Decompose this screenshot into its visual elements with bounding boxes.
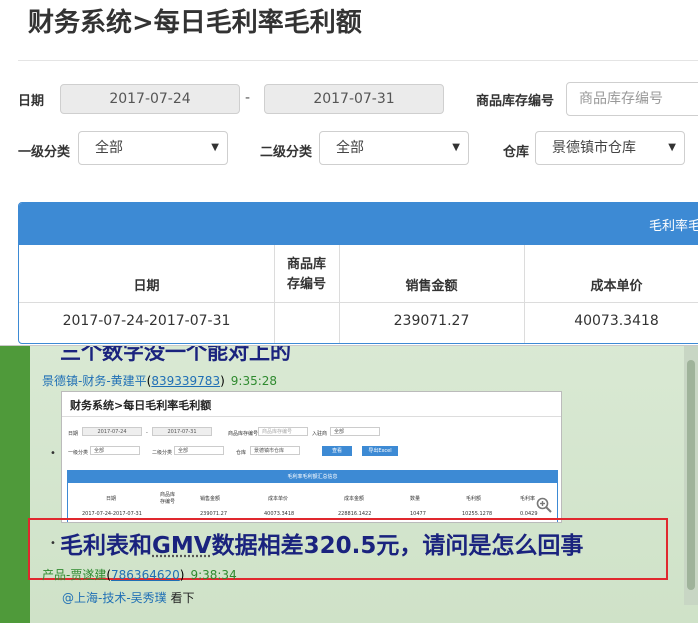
table-header-cost-price: 成本单价 [524, 275, 698, 294]
table-cell-date: 2017-07-24-2017-07-31 [19, 313, 274, 329]
thumb-export-button: 导出Excel [362, 446, 398, 456]
sender-qq[interactable]: 786364620 [111, 568, 180, 582]
thumb-title: 财务系统>每日毛利率毛利额 [70, 397, 211, 413]
chat-image-thumbnail[interactable]: 财务系统>每日毛利率毛利额 日期 2017-07-24 - 2017-07-31… [61, 391, 562, 523]
thumb-divider [62, 416, 561, 417]
msg-gmv: GMV [152, 533, 212, 559]
date-label: 日期 [18, 90, 44, 109]
thumb-td: 0.0429 [520, 511, 538, 517]
warehouse-select[interactable]: 景德镇市仓库 ▼ [535, 131, 685, 165]
sender-name[interactable]: 产品-贾遂建 [42, 568, 106, 582]
chat-scrollbar-thumb[interactable] [687, 360, 695, 590]
thumb-cat1-select: 全部 [90, 446, 140, 455]
thumb-date-end: 2017-07-31 [152, 427, 212, 436]
date-end-input[interactable]: 2017-07-31 [264, 84, 444, 114]
mention-text: 看下 [171, 591, 195, 605]
thumb-td: 40073.3418 [264, 511, 294, 517]
table-header-date: 日期 [19, 275, 274, 294]
thumb-sku-label: 商品库存编号 [228, 430, 258, 437]
thumb-cat2-select: 全部 [174, 446, 224, 455]
table-cell-sales: 239071.27 [339, 313, 524, 329]
msg-part: 毛利表和 [60, 533, 152, 559]
warehouse-value: 景德镇市仓库 [552, 140, 636, 156]
chat-message-highlighted: 毛利表和GMV数据相差320.5元，请问是怎么回事 [60, 526, 583, 560]
thumb-sku-input: 商品库存编号 [258, 427, 308, 436]
thumb-panel-title: 毛利率毛利额汇总信息 [68, 471, 557, 483]
page-title: 财务系统>每日毛利率毛利额 [28, 2, 362, 39]
title-divider [18, 60, 698, 61]
date-separator: - [245, 90, 250, 106]
thumb-td: 2017-07-24-2017-07-31 [82, 511, 142, 517]
mention-user[interactable]: @上海-技术-吴秀璞 [62, 591, 167, 605]
warehouse-label: 仓库 [503, 141, 529, 160]
summary-panel: 毛利率毛 日期 商品库 存编号 销售金额 成本单价 2017-07-24-201… [18, 202, 698, 344]
thumb-td: 10255.1278 [462, 511, 492, 517]
thumb-td: 228816.1422 [338, 511, 371, 517]
caret-down-icon: ▼ [211, 132, 219, 164]
sender-name[interactable]: 景德镇-财务-黄建平 [42, 374, 147, 388]
bullet: • [50, 448, 56, 459]
thumb-date-label: 日期 [68, 430, 78, 437]
caret-down-icon: ▼ [452, 132, 460, 164]
table-header-sku: 商品库 存编号 [274, 255, 339, 295]
cat1-label: 一级分类 [18, 141, 70, 160]
table-row-divider [19, 302, 698, 303]
thumb-td: 239071.27 [200, 511, 227, 517]
chat-scrollbar[interactable] [684, 340, 698, 605]
chat-sender-line: 产品-贾遂建(786364620) 9:38:34 [42, 566, 237, 583]
thumb-td: 10477 [410, 511, 426, 517]
table-header-sales: 销售金额 [339, 275, 524, 294]
finance-window: 财务系统>每日毛利率毛利额 日期 2017-07-24 - 2017-07-31… [0, 0, 698, 346]
thumb-warehouse-select: 景德镇市仓库 [250, 446, 300, 455]
zoom-in-icon[interactable] [536, 497, 552, 513]
date-start-input[interactable]: 2017-07-24 [60, 84, 240, 114]
cat2-label: 二级分类 [260, 141, 312, 160]
thumb-th: 数量 [410, 495, 420, 502]
panel-header: 毛利率毛 [19, 203, 698, 245]
message-time: 9:38:34 [190, 568, 236, 582]
chat-message-mention: @上海-技术-吴秀璞 看下 [62, 589, 195, 606]
thumb-th: 毛利率 [520, 495, 535, 502]
chat-side-bar [0, 330, 30, 623]
thumb-in-select: 全部 [330, 427, 380, 436]
thumb-warehouse-label: 仓库 [236, 449, 246, 456]
cat2-select[interactable]: 全部 ▼ [319, 131, 469, 165]
cat2-value: 全部 [336, 140, 364, 156]
sku-label: 商品库存编号 [476, 90, 554, 109]
thumb-th: 商品库存编号 [160, 491, 178, 505]
table-header-sku-line: 存编号 [274, 275, 339, 295]
thumb-in-label: 入驻商 [312, 430, 327, 437]
thumb-th: 成本金额 [344, 495, 364, 502]
thumb-date-start: 2017-07-24 [82, 427, 142, 436]
thumb-date-sep: - [146, 430, 148, 436]
panel-title: 毛利率毛 [649, 215, 698, 234]
thumb-th: 销售金额 [200, 495, 220, 502]
chat-sender-line: 景德镇-财务-黄建平(839339783) 9:35:28 [42, 372, 277, 389]
bullet: • [50, 538, 56, 549]
sku-input[interactable]: 商品库存编号 [566, 82, 698, 116]
thumb-th: 日期 [106, 495, 116, 502]
thumb-cat2-label: 二级分类 [152, 449, 172, 456]
msg-part: 数据相差320.5元，请问是怎么回事 [212, 533, 584, 559]
thumb-panel: 毛利率毛利额汇总信息 日期 商品库存编号 销售金额 成本单价 成本金额 数量 毛… [67, 470, 558, 523]
cat1-value: 全部 [95, 140, 123, 156]
caret-down-icon: ▼ [668, 132, 676, 164]
sender-qq[interactable]: 839339783 [151, 374, 220, 388]
thumb-query-button: 查看 [322, 446, 352, 456]
thumb-cat1-label: 一级分类 [68, 449, 88, 456]
thumb-th: 毛利额 [466, 495, 481, 502]
table-header-sku-line: 商品库 [274, 255, 339, 275]
thumb-th: 成本单价 [268, 495, 288, 502]
message-time: 9:35:28 [231, 374, 277, 388]
table-cell-cost-price: 40073.3418 [524, 313, 698, 329]
cat1-select[interactable]: 全部 ▼ [78, 131, 228, 165]
